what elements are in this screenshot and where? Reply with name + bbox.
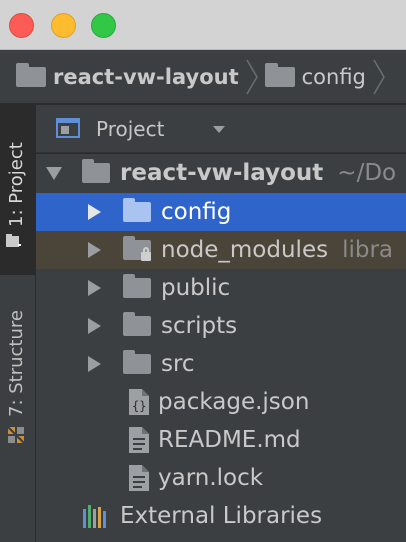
- folder-icon: [123, 350, 151, 374]
- tree-item-src[interactable]: src: [36, 345, 406, 383]
- maximize-window-button[interactable]: [91, 13, 116, 38]
- tree-item-config[interactable]: config: [36, 193, 406, 231]
- panel-title[interactable]: Project: [96, 117, 164, 141]
- folder-icon: [123, 274, 151, 298]
- breadcrumb-separator-icon: [245, 59, 259, 95]
- breadcrumb-item-root[interactable]: react-vw-layout: [0, 62, 239, 89]
- tool-window-strip: 1: Project 7: Structure: [0, 105, 36, 542]
- folder-icon: [123, 312, 151, 336]
- expand-arrow-icon[interactable]: [46, 166, 62, 180]
- tree-item-readme[interactable]: README.md: [36, 421, 406, 459]
- tree-item-package-json[interactable]: {} package.json: [36, 383, 406, 421]
- tree-item-public[interactable]: public: [36, 269, 406, 307]
- external-libraries-icon: [83, 505, 106, 528]
- breadcrumb-separator-icon: [372, 59, 386, 95]
- folder-icon: [82, 159, 110, 183]
- folder-icon: [264, 62, 295, 87]
- tree-item-label: node_modules: [161, 237, 329, 263]
- structure-icon: [7, 426, 25, 444]
- breadcrumb-current-label: config: [301, 64, 366, 89]
- window-titlebar: [0, 0, 406, 50]
- project-tab-label: 1: Project: [6, 142, 27, 227]
- tree-item-node-modules[interactable]: node_modules libra: [36, 231, 406, 269]
- collapsed-arrow-icon[interactable]: [88, 356, 101, 372]
- tree-item-label: yarn.lock: [158, 465, 264, 491]
- collapsed-arrow-icon[interactable]: [88, 242, 101, 258]
- svg-text:{}: {}: [132, 399, 146, 413]
- tree-item-label: src: [161, 351, 195, 377]
- locked-folder-icon: [123, 236, 151, 261]
- lock-icon: [141, 247, 151, 261]
- collapsed-arrow-icon[interactable]: [88, 204, 101, 220]
- structure-tab-label[interactable]: 7: Structure: [6, 310, 27, 417]
- project-folder-icon: [6, 234, 21, 247]
- tree-item-yarn-lock[interactable]: yarn.lock: [36, 459, 406, 497]
- collapsed-arrow-icon[interactable]: [88, 280, 101, 296]
- library-root-hint: libra: [342, 237, 394, 263]
- tree-item-label: package.json: [158, 389, 310, 415]
- close-window-button[interactable]: [9, 13, 34, 38]
- breadcrumb: react-vw-layout config: [0, 50, 406, 104]
- tree-root-path-hint: ~/Do: [337, 160, 397, 186]
- tree-item-label: scripts: [161, 313, 238, 339]
- project-tree: react-vw-layout ~/Do config node_modules…: [36, 154, 406, 542]
- tree-item-label: public: [161, 275, 231, 301]
- tree-root-label: react-vw-layout: [120, 160, 324, 186]
- chevron-down-icon[interactable]: [212, 124, 226, 134]
- text-file-icon: [129, 427, 149, 453]
- breadcrumb-root-label: react-vw-layout: [53, 64, 239, 89]
- project-view-icon: [56, 117, 80, 138]
- json-file-icon: {}: [129, 389, 149, 415]
- tree-item-label: External Libraries: [120, 503, 323, 529]
- breadcrumb-item-config[interactable]: config: [261, 62, 366, 89]
- minimize-window-button[interactable]: [51, 13, 76, 38]
- collapsed-arrow-icon[interactable]: [88, 318, 101, 334]
- folder-icon: [16, 62, 46, 87]
- folder-icon: [123, 198, 151, 222]
- tree-item-label: README.md: [158, 427, 301, 453]
- text-file-icon: [129, 465, 149, 491]
- project-tool-tab[interactable]: 1: Project: [0, 105, 36, 275]
- tree-root-row[interactable]: react-vw-layout ~/Do: [36, 154, 406, 192]
- tree-item-scripts[interactable]: scripts: [36, 307, 406, 345]
- tree-item-label: config: [161, 199, 232, 225]
- tree-item-external-libraries[interactable]: External Libraries: [36, 497, 406, 535]
- project-panel-header: Project: [36, 105, 406, 153]
